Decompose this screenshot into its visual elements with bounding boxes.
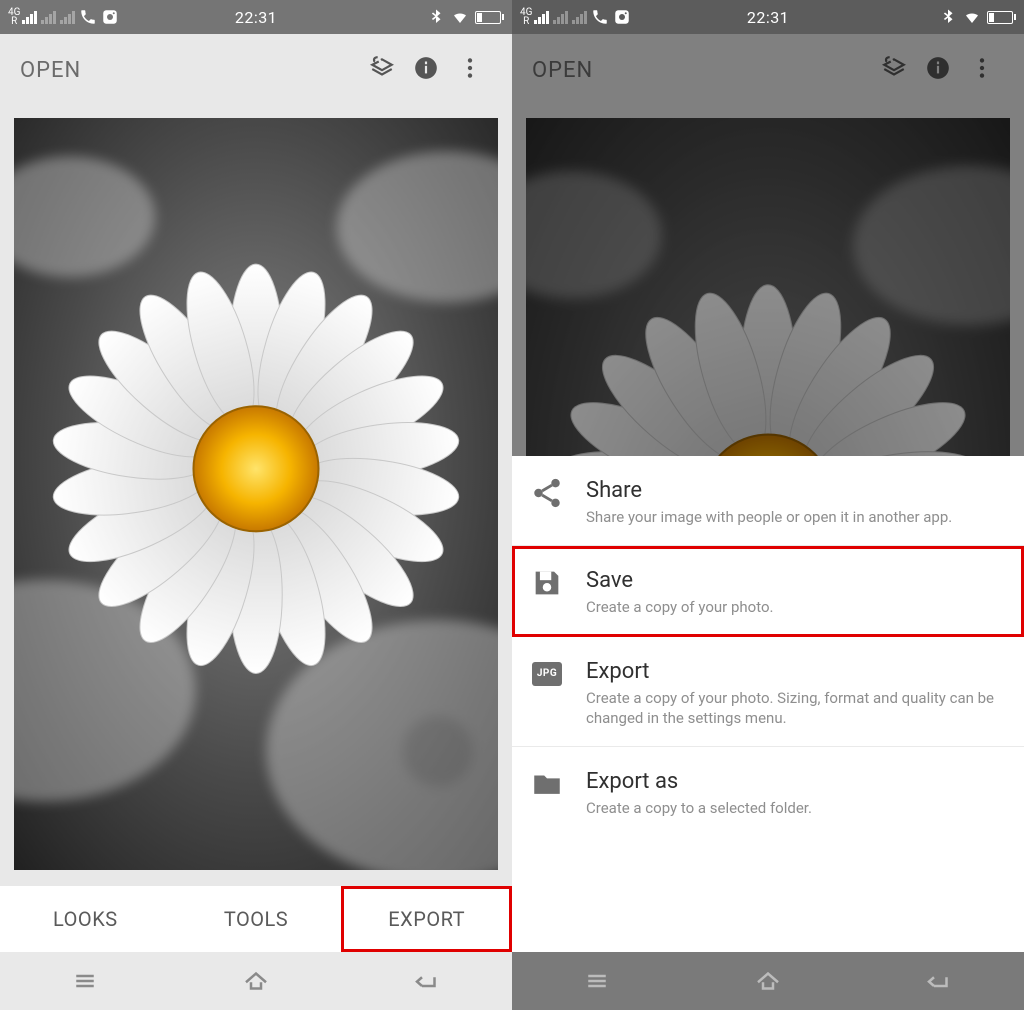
status-time: 22:31 <box>235 8 277 27</box>
status-bar: 4G R 22:31 <box>512 0 1024 34</box>
exportas-desc: Create a copy to a selected folder. <box>586 798 1006 818</box>
signal-1-icon <box>534 10 549 24</box>
wifi-icon <box>451 8 469 26</box>
system-navbar <box>0 952 512 1010</box>
nav-recent-button[interactable] <box>0 952 171 1010</box>
more-button[interactable] <box>448 55 492 85</box>
nav-home-button[interactable] <box>171 952 342 1010</box>
status-time: 22:31 <box>747 8 789 27</box>
folder-icon <box>530 767 564 801</box>
share-desc: Share your image with people or open it … <box>586 507 1006 527</box>
nav-recent-button[interactable] <box>512 952 683 1010</box>
more-button[interactable] <box>960 55 1004 85</box>
network-label: 4G R <box>8 8 18 26</box>
phone-icon <box>591 8 609 26</box>
app-header: OPEN <box>0 34 512 106</box>
bluetooth-icon <box>427 8 445 26</box>
sheet-export-as[interactable]: Export as Create a copy to a selected fo… <box>512 747 1024 836</box>
info-button[interactable] <box>916 55 960 85</box>
camera-icon <box>101 8 119 26</box>
tab-tools[interactable]: TOOLS <box>171 886 342 952</box>
export-desc: Create a copy of your photo. Sizing, for… <box>586 688 1006 729</box>
tab-looks[interactable]: LOOKS <box>0 886 171 952</box>
signal-2-icon <box>41 10 56 24</box>
signal-3-icon <box>60 10 75 24</box>
sheet-share[interactable]: Share Share your image with people or op… <box>512 456 1024 546</box>
exportas-title: Export as <box>586 769 1006 794</box>
photo-preview[interactable] <box>14 118 498 870</box>
share-icon <box>530 476 564 510</box>
battery-icon <box>475 11 504 24</box>
system-navbar <box>512 952 1024 1010</box>
info-button[interactable] <box>404 55 448 85</box>
signal-1-icon <box>22 10 37 24</box>
status-bar: 4G R 22:31 <box>0 0 512 34</box>
phone-left: 4G R 22:31 OPEN <box>0 0 512 1010</box>
network-label: 4G R <box>520 8 530 26</box>
app-header: OPEN <box>512 34 1024 106</box>
layers-undo-button[interactable] <box>872 55 916 85</box>
signal-3-icon <box>572 10 587 24</box>
wifi-icon <box>963 8 981 26</box>
bluetooth-icon <box>939 8 957 26</box>
export-sheet: Share Share your image with people or op… <box>512 456 1024 952</box>
nav-back-button[interactable] <box>853 952 1024 1010</box>
camera-icon <box>613 8 631 26</box>
photo-area <box>0 106 512 886</box>
battery-icon <box>987 11 1016 24</box>
share-title: Share <box>586 478 1006 503</box>
open-button[interactable]: OPEN <box>532 58 872 83</box>
sheet-export[interactable]: JPG Export Create a copy of your photo. … <box>512 637 1024 748</box>
phone-right: 4G R 22:31 OPEN <box>512 0 1024 1010</box>
save-icon <box>530 566 564 600</box>
sheet-save[interactable]: Save Create a copy of your photo. <box>512 546 1024 636</box>
open-button[interactable]: OPEN <box>20 58 360 83</box>
nav-home-button[interactable] <box>683 952 854 1010</box>
phone-icon <box>79 8 97 26</box>
jpg-icon: JPG <box>530 657 564 691</box>
nav-back-button[interactable] <box>341 952 512 1010</box>
signal-2-icon <box>553 10 568 24</box>
export-title: Export <box>586 659 1006 684</box>
save-desc: Create a copy of your photo. <box>586 597 1006 617</box>
save-title: Save <box>586 568 1006 593</box>
bottom-tabs: LOOKS TOOLS EXPORT <box>0 886 512 952</box>
layers-undo-button[interactable] <box>360 55 404 85</box>
tab-export[interactable]: EXPORT <box>341 886 512 952</box>
